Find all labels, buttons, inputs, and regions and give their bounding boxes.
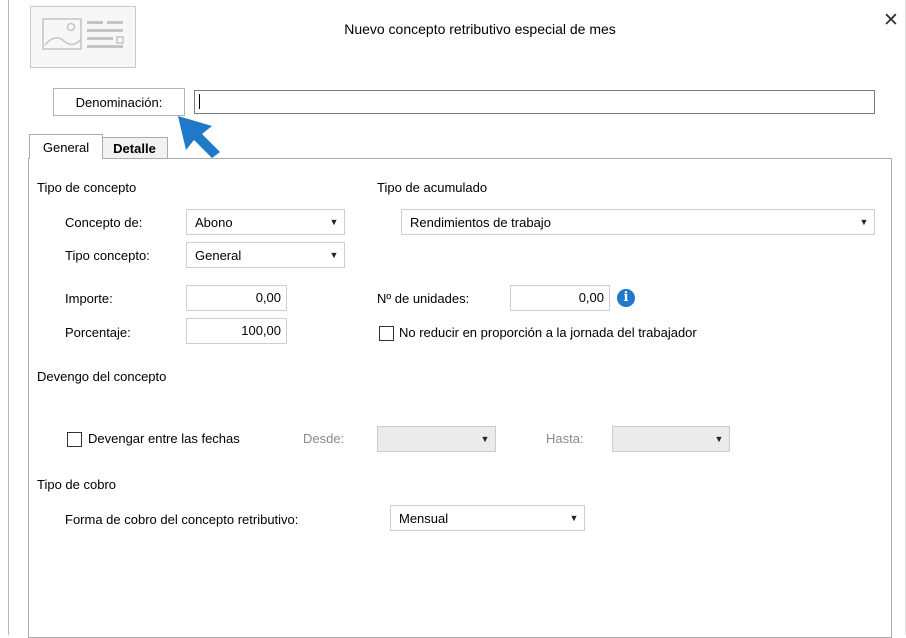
hasta-label: Hasta: <box>546 431 584 446</box>
unidades-input[interactable]: 0,00 <box>510 285 610 311</box>
cursor-arrow-icon <box>178 116 220 158</box>
devengo-heading: Devengo del concepto <box>37 369 167 384</box>
text-caret <box>199 94 200 109</box>
chevron-down-icon: ▼ <box>569 513 579 523</box>
info-icon[interactable]: i <box>617 289 635 307</box>
porcentaje-input[interactable]: 100,00 <box>186 318 287 344</box>
desde-date-dropdown[interactable]: ▼ <box>377 426 496 452</box>
form-logo-icon <box>30 6 136 68</box>
tipo-cobro-heading: Tipo de cobro <box>37 477 117 492</box>
hasta-date-dropdown[interactable]: ▼ <box>612 426 730 452</box>
forma-cobro-dropdown[interactable]: Mensual ▼ <box>390 505 585 531</box>
window-title: Nuevo concepto retributivo especial de m… <box>344 21 616 37</box>
concepto-de-label: Concepto de: <box>65 215 143 230</box>
no-reducir-checkbox[interactable] <box>379 326 394 341</box>
tipo-concepto-dropdown[interactable]: General ▼ <box>186 242 345 268</box>
forma-cobro-value: Mensual <box>399 510 449 526</box>
close-icon[interactable]: ✕ <box>883 11 899 30</box>
chevron-down-icon: ▼ <box>859 217 869 227</box>
denominacion-input[interactable] <box>194 90 875 114</box>
unidades-label: Nº de unidades: <box>377 291 470 306</box>
chevron-down-icon: ▼ <box>480 434 490 444</box>
no-reducir-label[interactable]: No reducir en proporción a la jornada de… <box>399 325 697 340</box>
tipo-acumulado-dropdown[interactable]: Rendimientos de trabajo ▼ <box>401 209 875 235</box>
concepto-de-dropdown[interactable]: Abono ▼ <box>186 209 345 235</box>
porcentaje-label: Porcentaje: <box>65 325 131 340</box>
concepto-de-value: Abono <box>195 214 233 230</box>
window-border <box>8 0 9 635</box>
importe-label: Importe: <box>65 291 113 306</box>
chevron-down-icon: ▼ <box>329 250 339 260</box>
tipo-acumulado-value: Rendimientos de trabajo <box>410 214 551 230</box>
importe-input[interactable]: 0,00 <box>186 285 287 311</box>
denominacion-label[interactable]: Denominación: <box>53 88 185 116</box>
chevron-down-icon: ▼ <box>329 217 339 227</box>
tipo-concepto-label: Tipo concepto: <box>65 248 150 263</box>
tipo-concepto-value: General <box>195 247 242 263</box>
devengar-checkbox[interactable] <box>67 432 82 447</box>
forma-cobro-label: Forma de cobro del concepto retributivo: <box>65 512 299 527</box>
devengar-label[interactable]: Devengar entre las fechas <box>88 431 240 446</box>
tipo-acumulado-heading: Tipo de acumulado <box>377 180 488 195</box>
tab-general[interactable]: General <box>29 134 103 159</box>
tipo-concepto-heading: Tipo de concepto <box>37 180 137 195</box>
desde-label: Desde: <box>303 431 345 446</box>
tab-detalle[interactable]: Detalle <box>102 137 168 159</box>
chevron-down-icon: ▼ <box>714 434 724 444</box>
